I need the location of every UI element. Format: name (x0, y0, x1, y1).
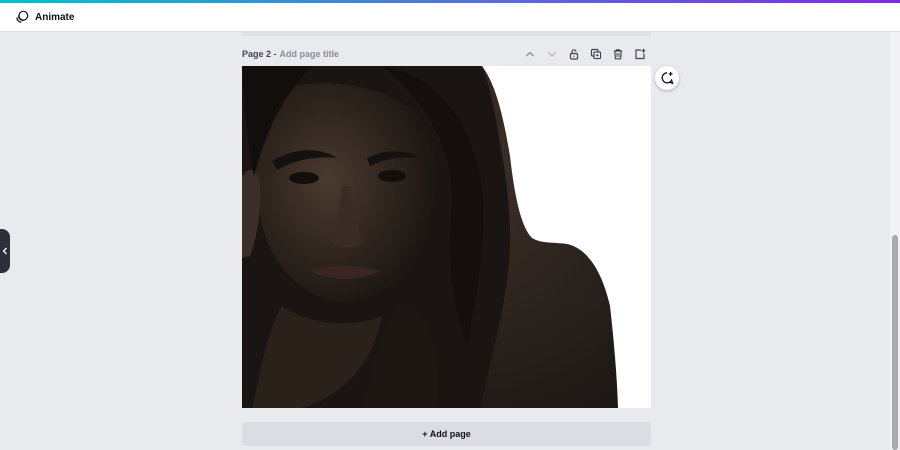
animate-icon (15, 10, 29, 24)
duplicate-page-button[interactable] (585, 45, 607, 63)
chevron-left-icon (2, 247, 8, 255)
previous-page-edge (242, 32, 651, 36)
vertical-scrollbar[interactable] (890, 32, 900, 450)
trash-icon (612, 48, 624, 60)
lock-page-button[interactable] (563, 45, 585, 63)
add-page-button[interactable]: + Add page (242, 422, 651, 446)
design-page-canvas[interactable] (242, 66, 651, 408)
woman-portrait-photo[interactable] (242, 66, 651, 408)
page-number-label: Page 2 - (242, 49, 277, 59)
page-header: Page 2 - Add page title (242, 45, 651, 63)
page-actions (519, 45, 651, 63)
chevron-up-icon (524, 48, 536, 60)
add-comment-button[interactable] (655, 66, 679, 90)
move-page-up-button[interactable] (519, 45, 541, 63)
delete-page-button[interactable] (607, 45, 629, 63)
add-page-icon (634, 48, 646, 60)
add-comment-icon (660, 71, 674, 85)
animate-button[interactable]: Animate (11, 6, 78, 28)
chevron-down-icon (546, 48, 558, 60)
scrollbar-thumb[interactable] (892, 235, 898, 450)
move-page-down-button[interactable] (541, 45, 563, 63)
page-title-input[interactable]: Add page title (280, 49, 340, 59)
lock-icon (568, 48, 580, 60)
add-page-after-button[interactable] (629, 45, 651, 63)
side-panel-toggle[interactable] (0, 229, 10, 273)
top-toolbar: Animate (0, 3, 900, 32)
animate-label: Animate (35, 11, 75, 23)
duplicate-icon (590, 48, 602, 60)
